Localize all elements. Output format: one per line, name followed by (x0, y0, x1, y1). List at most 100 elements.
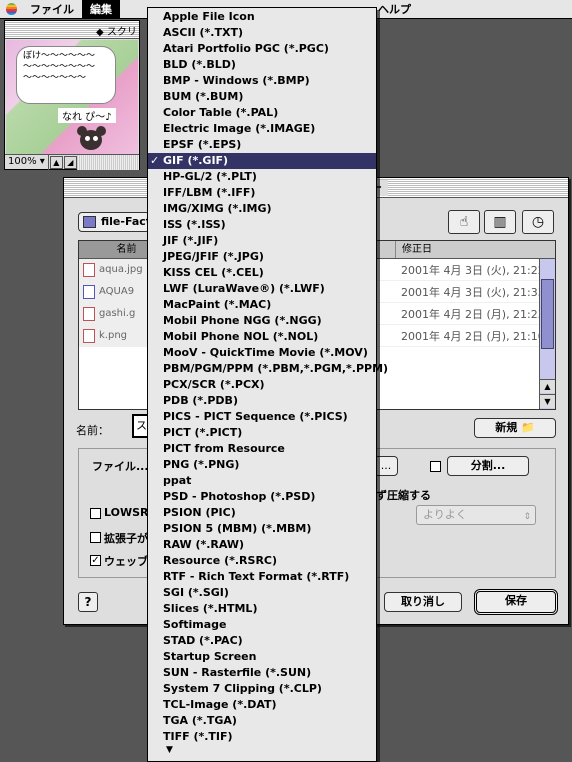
format-menu-item[interactable]: Electric Image (*.IMAGE) (148, 121, 376, 137)
format-menu-item[interactable]: Startup Screen (148, 649, 376, 665)
format-menu-item[interactable]: Color Table (*.PAL) (148, 105, 376, 121)
image-canvas[interactable]: ぼけ〜〜〜〜〜〜 〜〜〜〜〜〜〜〜 〜〜〜〜〜〜〜 なれ ぴ〜♪ (6, 40, 138, 154)
menu-help[interactable]: ヘルプ (370, 0, 419, 19)
format-menu-item[interactable]: PNG (*.PNG) (148, 457, 376, 473)
format-menu-item[interactable]: PBM/PGM/PPM (*.PBM,*.PGM,*.PPM) (148, 361, 388, 377)
settings-button[interactable]: ... (374, 456, 398, 476)
speech-bubble: ぼけ〜〜〜〜〜〜 〜〜〜〜〜〜〜〜 〜〜〜〜〜〜〜 (16, 46, 116, 104)
extension-checkbox[interactable] (90, 532, 101, 543)
format-menu-item[interactable]: PSD - Photoshop (*.PSD) (148, 489, 376, 505)
format-menu-item[interactable]: TGA (*.TGA) (148, 713, 376, 729)
format-menu-item[interactable]: PICT (*.PICT) (148, 425, 376, 441)
format-menu-item[interactable]: Resource (*.RSRC) (148, 553, 376, 569)
extension-label: 拡張子が (104, 532, 148, 545)
format-menu-item[interactable]: HP-GL/2 (*.PLT) (148, 169, 376, 185)
name-label: 名前： (76, 424, 109, 437)
bookshelf-icon[interactable]: ▥ (484, 210, 516, 234)
format-menu-item[interactable]: Apple File Icon (148, 9, 376, 25)
png-file-icon (83, 328, 95, 343)
format-menu-item[interactable]: STAD (*.PAC) (148, 633, 376, 649)
format-menu-item[interactable]: LWF (LuraWave®) (*.LWF) (148, 281, 376, 297)
menu-edit[interactable]: 編集 (82, 0, 120, 19)
format-menu-item[interactable]: Atari Portfolio PGC (*.PGC) (148, 41, 376, 57)
folder-icon (83, 216, 96, 228)
format-menu-item[interactable]: PICT from Resource (148, 441, 376, 457)
scroll-up-icon[interactable]: ▲ (49, 155, 63, 169)
file-date: 2001年 4月 2日 (月), 21:10 (401, 329, 545, 343)
scroll-up-arrow-icon[interactable]: ▲ (540, 379, 555, 393)
folder-popup[interactable]: file-Fact (78, 212, 150, 232)
gif-file-icon (83, 306, 95, 321)
file-name: aqua.jpg (99, 263, 143, 275)
compress-label: ず圧縮する (376, 489, 431, 502)
gif-file-icon (83, 262, 95, 277)
format-menu-item[interactable]: ISS (*.ISS) (148, 217, 376, 233)
image-window: ぼけ〜〜〜〜〜〜 〜〜〜〜〜〜〜〜 〜〜〜〜〜〜〜 なれ ぴ〜♪ 100% ▾ ▲ … (4, 20, 140, 170)
quality-popup[interactable]: よりよく ⇕ (416, 505, 536, 525)
format-menu-item[interactable]: SGI (*.SGI) (148, 585, 376, 601)
format-menu-item[interactable]: PCX/SCR (*.PCX) (148, 377, 376, 393)
pointing-hand-icon[interactable]: ☝ (448, 210, 480, 234)
file-date: 2001年 4月 2日 (月), 21:23 (401, 307, 545, 321)
zoom-popup[interactable]: 100% ▾ (5, 154, 49, 170)
format-menu-item[interactable]: ASCII (*.TXT) (148, 25, 376, 41)
format-menu-item[interactable]: ppat (148, 473, 376, 489)
file-format-label: ファイル... (92, 460, 149, 473)
format-popup-menu: ▼ Apple File Icon ASCII (*.TXT) Atari Port… (147, 7, 388, 762)
format-menu-item[interactable]: System 7 Clipping (*.CLP) (148, 681, 376, 697)
scroll-thumb[interactable] (541, 279, 554, 349)
cancel-button[interactable]: 取り消し (384, 592, 462, 612)
format-menu-item[interactable]: BUM (*.BUM) (148, 89, 376, 105)
vertical-scrollbar[interactable]: ▲ ▼ (539, 259, 555, 409)
menu-file[interactable]: ファイル (22, 0, 82, 19)
format-menu-item[interactable]: JIF (*.JIF) (148, 233, 376, 249)
format-menu-item[interactable]: JPEG/JFIF (*.JPG) (148, 249, 376, 265)
column-date[interactable]: 修正日 (395, 241, 555, 258)
updown-arrows-icon: ⇕ (523, 512, 531, 522)
menu-scroll-down-icon[interactable]: ▼ (166, 745, 173, 755)
web-checkbox[interactable]: ✓ (90, 555, 101, 566)
format-menu-item[interactable]: TCL-Image (*.DAT) (148, 697, 376, 713)
folder-name: file-Fact (101, 215, 150, 228)
format-menu-item[interactable]: KISS CEL (*.CEL) (148, 265, 376, 281)
scroll-corner-icon[interactable]: ◢ (63, 155, 77, 169)
bear-character-icon (74, 124, 106, 154)
format-menu-item[interactable]: Mobil Phone NOL (*.NOL) (148, 329, 376, 345)
format-menu-item[interactable]: RTF - Rich Text Format (*.RTF) (148, 569, 376, 585)
web-label: ウェッブ (104, 555, 148, 568)
image-window-statusbar: 100% ▾ ▲ ◢ (5, 154, 139, 170)
new-folder-button[interactable]: 新規 📁 (474, 418, 556, 438)
clock-icon[interactable]: ◷ (522, 210, 554, 234)
format-menu-item[interactable]: MooV - QuickTime Movie (*.MOV) (148, 345, 376, 361)
format-menu-item[interactable]: PSION (PIC) (148, 505, 376, 521)
format-menu-item[interactable]: RAW (*.RAW) (148, 537, 376, 553)
format-menu-item[interactable]: SUN - Rasterfile (*.SUN) (148, 665, 376, 681)
format-menu-item[interactable]: IFF/LBM (*.IFF) (148, 185, 376, 201)
format-menu-item[interactable]: Mobil Phone NGG (*.NGG) (148, 313, 376, 329)
lowsrc-checkbox[interactable] (90, 508, 101, 519)
format-menu-item[interactable]: PICS - PICT Sequence (*.PICS) (148, 409, 376, 425)
format-menu-item[interactable]: TIFF (*.TIF) (148, 729, 376, 745)
scroll-down-arrow-icon[interactable]: ▼ (540, 394, 555, 408)
format-menu-item[interactable]: Softimage (148, 617, 376, 633)
file-date: 2001年 4月 3日 (火), 21:22 (401, 263, 545, 277)
apple-menu[interactable] (0, 0, 22, 19)
split-button[interactable]: 分割... (447, 456, 529, 476)
file-name: AQUA9 (99, 285, 135, 297)
file-icon (83, 284, 95, 299)
format-menu-item[interactable]: BMP - Windows (*.BMP) (148, 73, 376, 89)
apple-icon (5, 3, 17, 15)
format-menu-item[interactable]: IMG/XIMG (*.IMG) (148, 201, 376, 217)
format-menu-item[interactable]: EPSF (*.EPS) (148, 137, 376, 153)
format-menu-item[interactable]: PDB (*.PDB) (148, 393, 376, 409)
split-checkbox[interactable] (430, 461, 441, 472)
format-menu-item[interactable]: ✓ GIF (*.GIF) (148, 153, 376, 169)
help-button[interactable]: ? (78, 592, 98, 612)
horizontal-scrollbar[interactable] (76, 154, 139, 170)
format-menu-item[interactable]: Slices (*.HTML) (148, 601, 376, 617)
format-menu-item[interactable]: BLD (*.BLD) (148, 57, 376, 73)
save-button[interactable]: 保存 (474, 589, 558, 615)
format-menu-item[interactable]: PSION 5 (MBM) (*.MBM) (148, 521, 376, 537)
file-date: 2001年 4月 3日 (火), 21:33 (401, 285, 545, 299)
format-menu-item[interactable]: MacPaint (*.MAC) (148, 297, 376, 313)
